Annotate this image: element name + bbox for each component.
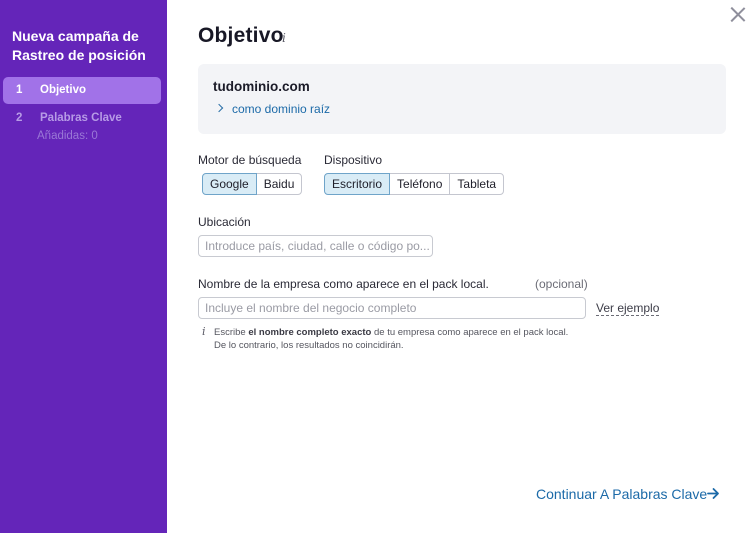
location-label: Ubicación: [198, 215, 251, 229]
optional-tag: (opcional): [535, 277, 588, 291]
engine-baidu-button[interactable]: Baidu: [255, 173, 303, 195]
step-label: Palabras Clave: [40, 112, 122, 124]
info-icon[interactable]: i: [282, 31, 286, 45]
device-phone-button[interactable]: Teléfono: [389, 173, 451, 195]
business-name-hint: Escribe el nombre completo exacto de tu …: [214, 327, 569, 351]
campaign-title: Nueva campaña de Rastreo de posición: [12, 28, 146, 63]
location-input[interactable]: Introduce país, ciudad, calle o código p…: [198, 235, 433, 257]
step-palabras-clave[interactable]: 2 Palabras Clave: [3, 104, 161, 131]
step-objetivo[interactable]: 1 Objetivo: [3, 77, 161, 104]
device-label: Dispositivo: [324, 153, 383, 167]
keywords-count: Añadidas: 0: [37, 130, 98, 142]
close-icon[interactable]: [730, 6, 746, 22]
step-label: Objetivo: [40, 84, 87, 96]
target-summary: tudominio.com como dominio raíz: [198, 64, 726, 134]
domain-scope-toggle[interactable]: como dominio raíz: [232, 102, 330, 116]
page-title: Objetivo: [198, 24, 284, 47]
arrow-right-icon[interactable]: [707, 486, 720, 501]
device-selector: Escritorio Teléfono Tableta: [324, 173, 505, 195]
target-domain: tudominio.com: [213, 79, 310, 94]
business-name-label: Nombre de la empresa como aparece en el …: [198, 277, 489, 291]
device-desktop-button[interactable]: Escritorio: [324, 173, 391, 195]
continue-to-keywords-button[interactable]: Continuar A Palabras Clave: [536, 486, 707, 502]
info-icon: i: [202, 325, 206, 338]
engine-google-button[interactable]: Google: [202, 173, 257, 195]
business-name-input[interactable]: Incluye el nombre del negocio completo: [198, 297, 586, 319]
step-number: 2: [16, 112, 23, 124]
search-engine-label: Motor de búsqueda: [198, 153, 302, 167]
step-number: 1: [16, 84, 23, 96]
chevron-right-icon[interactable]: [214, 103, 224, 113]
search-engine-selector: Google Baidu: [202, 173, 303, 195]
see-example-link[interactable]: Ver ejemplo: [596, 302, 660, 316]
device-tablet-button[interactable]: Tableta: [449, 173, 505, 195]
sidebar: Nueva campaña de Rastreo de posición 1 O…: [0, 0, 167, 533]
